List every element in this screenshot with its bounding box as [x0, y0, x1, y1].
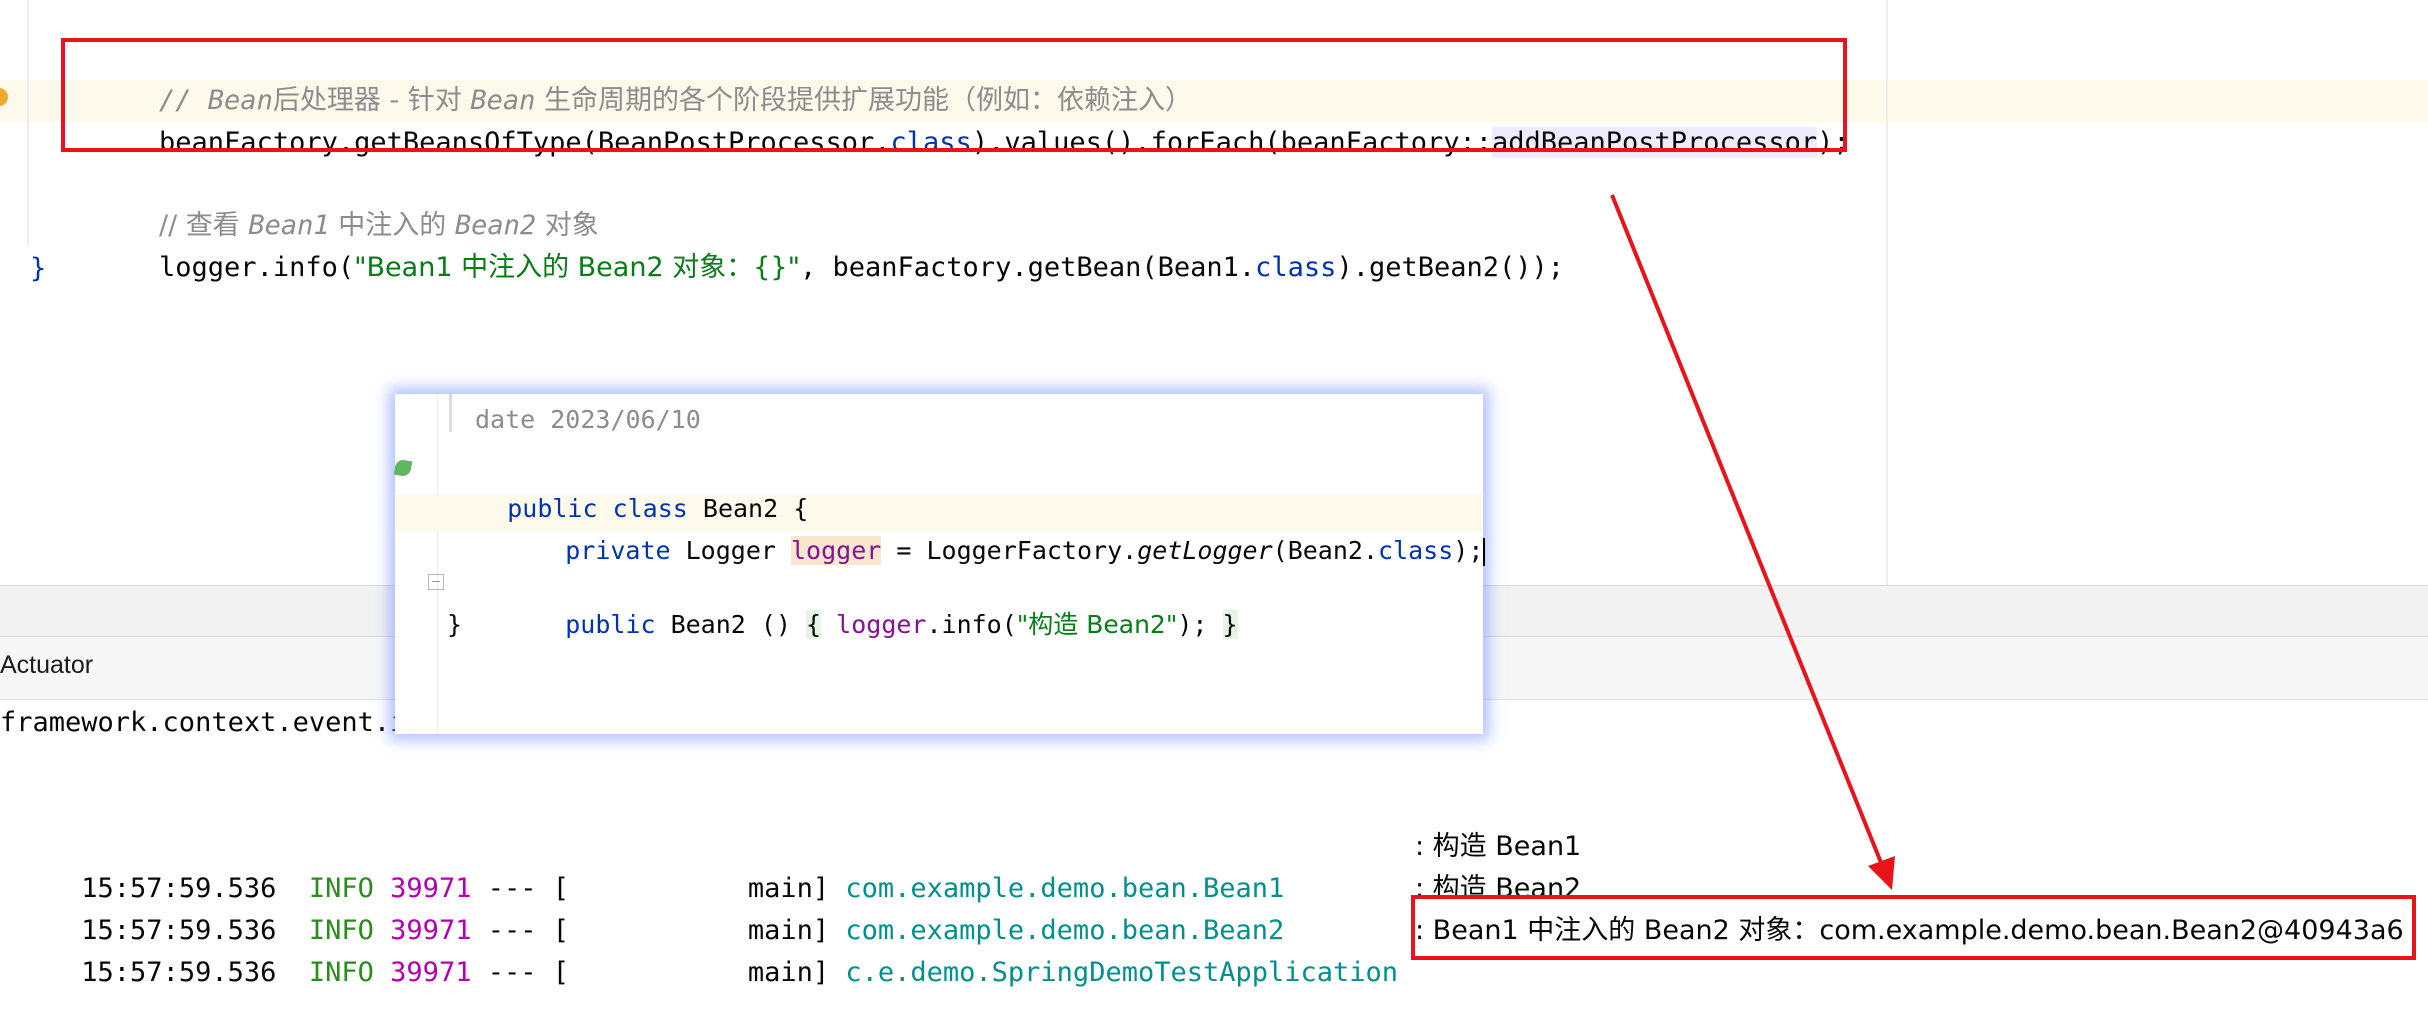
- doc-date-line: date 2023/06/10: [475, 405, 701, 434]
- fold-icon[interactable]: [428, 574, 444, 590]
- text-caret: [1483, 538, 1486, 566]
- quick-definition-popup[interactable]: date 2023/06/10 public class Bean2 { pri…: [393, 394, 1486, 734]
- popup-line-closing-brace: }: [447, 610, 463, 639]
- popup-line-logger-field: private Logger logger = LoggerFactory.ge…: [565, 536, 1486, 566]
- popup-line-constructor: public Bean2 () { logger.info("构造 Bean2"…: [565, 610, 1238, 639]
- spring-bean-icon[interactable]: [393, 458, 413, 478]
- popup-gutter: [393, 394, 444, 734]
- popup-line-class-decl: public class Bean2 {: [507, 494, 809, 523]
- arrow-head: [1868, 856, 1895, 890]
- arrow-shaft: [1610, 194, 1886, 871]
- doc-comment-bar: [449, 394, 452, 432]
